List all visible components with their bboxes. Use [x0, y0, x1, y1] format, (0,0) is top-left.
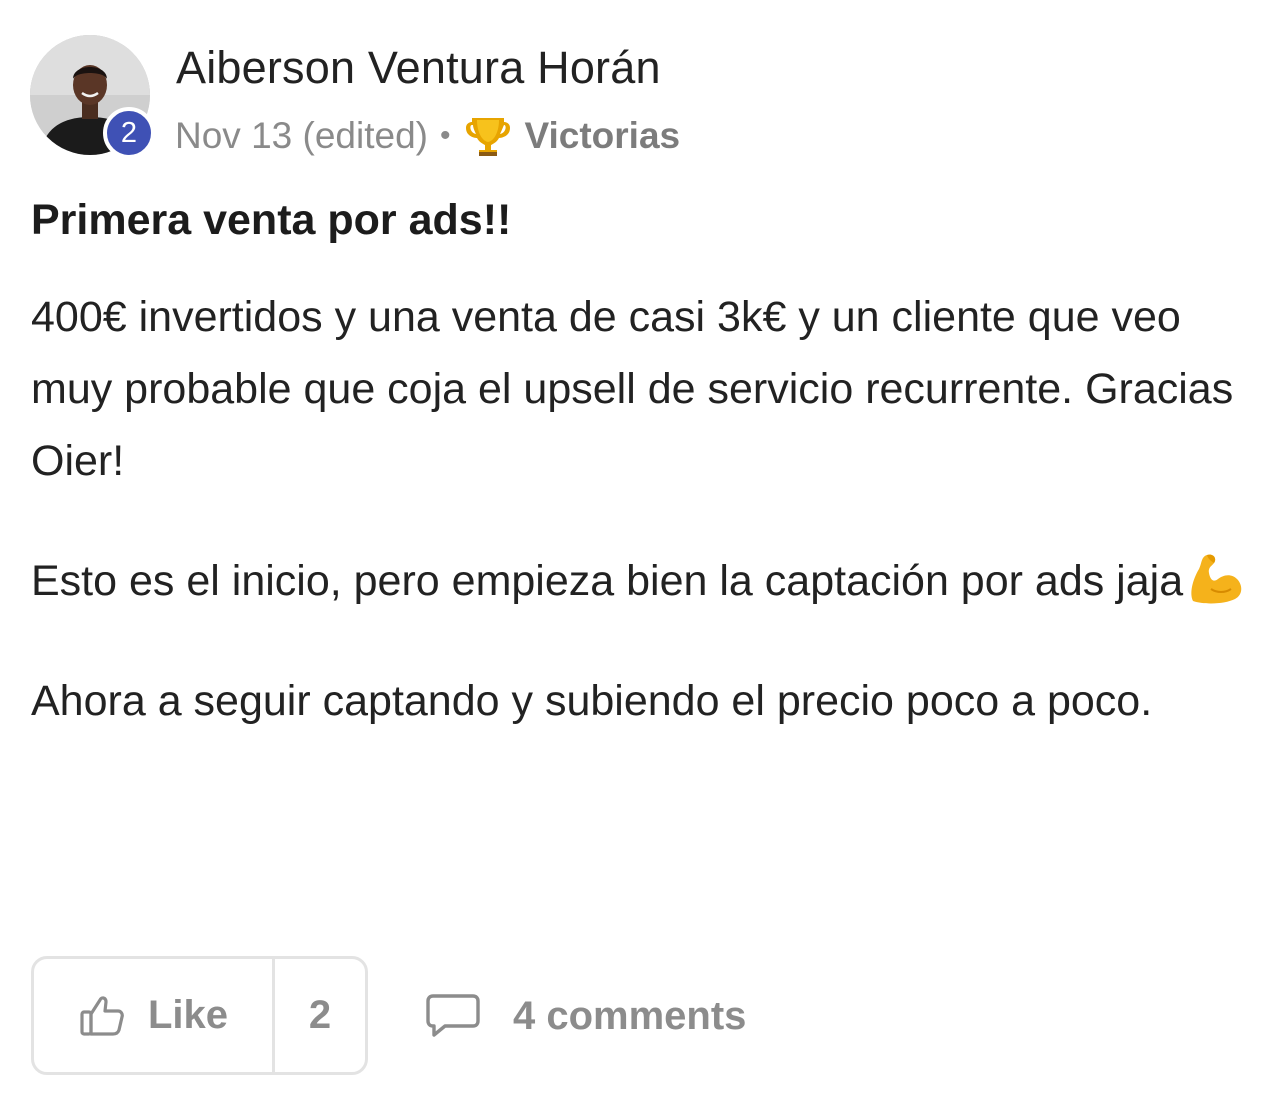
- trophy-icon: [464, 112, 512, 160]
- post-paragraph: Esto es el inicio, pero empieza bien la …: [31, 545, 1261, 617]
- author-avatar-wrap[interactable]: 2: [30, 35, 155, 159]
- post-title: Primera venta por ads!!: [31, 196, 512, 244]
- like-label: Like: [147, 993, 229, 1037]
- level-badge: 2: [103, 107, 155, 159]
- comments-button[interactable]: 4 comments: [425, 990, 746, 1042]
- post-date[interactable]: Nov 13 (edited): [175, 115, 428, 157]
- thumbs-up-icon: [78, 992, 126, 1040]
- meta-separator: •: [439, 119, 451, 152]
- comment-bubble-icon: [425, 992, 481, 1040]
- like-count[interactable]: 2: [275, 959, 365, 1072]
- post-paragraph-text: Esto es el inicio, pero empieza bien la …: [31, 557, 1184, 605]
- author-name[interactable]: Aiberson Ventura Horán: [176, 42, 661, 94]
- post-meta: Nov 13 (edited) • Victorias: [175, 112, 680, 160]
- like-button[interactable]: Like: [34, 959, 275, 1072]
- post-paragraph: 400€ invertidos y una venta de casi 3k€ …: [31, 293, 1234, 485]
- post-paragraph: Ahora a seguir captando y subiendo el pr…: [31, 677, 1153, 725]
- like-group: Like 2: [31, 956, 368, 1075]
- category-link[interactable]: Victorias: [524, 115, 680, 157]
- comments-label: 4 comments: [513, 993, 747, 1038]
- flexed-biceps-icon: [1187, 549, 1245, 607]
- post-body: 400€ invertidos y una venta de casi 3k€ …: [31, 281, 1261, 785]
